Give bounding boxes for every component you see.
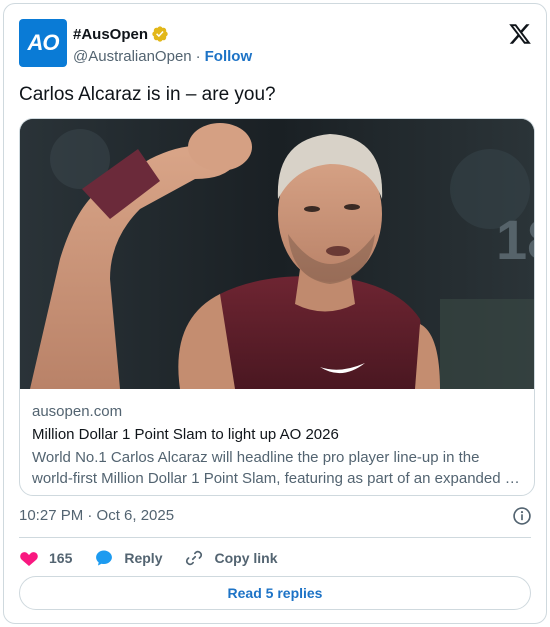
read-replies-button[interactable]: Read 5 replies	[19, 576, 531, 610]
copy-link-button[interactable]: Copy link	[184, 548, 278, 568]
divider	[19, 537, 531, 538]
reply-bubble-icon	[96, 550, 113, 566]
player-photo: 18	[20, 119, 535, 389]
link-description: World No.1 Carlos Alcaraz will headline …	[32, 447, 522, 489]
action-bar: 165 Reply Copy link	[19, 545, 300, 571]
heart-icon	[20, 552, 38, 566]
follow-button[interactable]: Follow	[205, 48, 253, 65]
link-description-line: world-first Million Dollar 1 Point Slam,…	[32, 470, 520, 487]
like-count: 165	[49, 550, 73, 566]
author-name-row: #AusOpen	[73, 25, 169, 43]
link-meta: ausopen.com Million Dollar 1 Point Slam …	[32, 403, 522, 489]
tweet-embed-card: AO #AusOpen @AustralianOpen · Follow Car…	[3, 3, 547, 624]
reply-label: Reply	[124, 550, 163, 566]
link-preview-card[interactable]: 18	[19, 118, 535, 496]
author-display-name[interactable]: #AusOpen	[73, 26, 148, 43]
avatar-logo-text: AO	[27, 30, 60, 55]
tweet-text: Carlos Alcaraz is in – are you?	[19, 84, 276, 105]
reply-button[interactable]: Reply	[94, 548, 162, 568]
author-handle-row: @AustralianOpen · Follow	[73, 48, 252, 65]
background-number: 18	[496, 208, 535, 271]
info-icon[interactable]	[512, 506, 532, 526]
x-logo-icon[interactable]	[508, 22, 532, 46]
link-title[interactable]: Million Dollar 1 Point Slam to light up …	[32, 426, 522, 443]
like-button[interactable]: 165	[19, 548, 72, 568]
verified-badge-icon	[152, 26, 168, 42]
link-icon	[186, 550, 203, 566]
link-description-line: World No.1 Carlos Alcaraz will headline …	[32, 449, 480, 466]
separator-dot: ·	[195, 48, 201, 65]
tweet-timestamp[interactable]: 10:27 PM · Oct 6, 2025	[19, 507, 174, 524]
avatar[interactable]: AO	[19, 19, 67, 67]
copy-link-label: Copy link	[214, 550, 278, 566]
link-domain: ausopen.com	[32, 403, 123, 420]
author-handle[interactable]: @AustralianOpen	[73, 48, 192, 65]
